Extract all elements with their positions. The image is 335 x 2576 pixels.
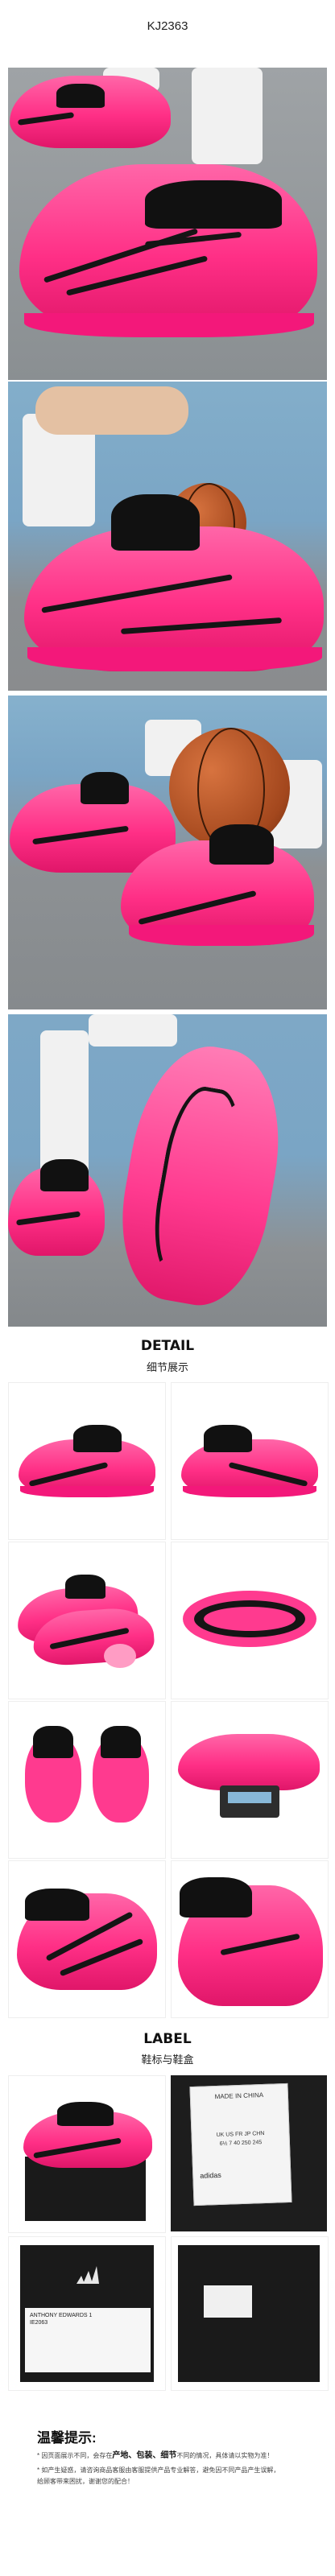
label-photo-shoe-on-box [8,2075,166,2233]
detail-photo-1 [8,1382,166,1540]
hero-photo-2 [8,382,327,691]
tips-title: 温馨提示: [37,2430,97,2446]
detail-photo-4 [171,1542,329,1699]
label-photo-box-side [171,2236,329,2391]
label-photo-box-end: ANTHONY EDWARDS 1 IE2063 [8,2236,166,2391]
box-code-text: IE2063 [30,2320,48,2326]
product-code: KJ2363 [147,19,188,33]
detail-photo-8 [171,1860,329,2018]
hero-photo-4 [8,1014,327,1327]
label-title-cn: 鞋标与鞋盒 [141,2054,194,2066]
detail-title-en: DETAIL [140,1338,195,1354]
detail-photo-6 [171,1701,329,1859]
detail-title-cn: 细节展示 [146,1361,188,1373]
detail-photo-3 [8,1542,166,1699]
label-photo-size-tag: MADE IN CHINA UK US FR JP CHN 6½ 7 40 25… [171,2075,327,2231]
hero-photo-3 [8,696,327,1009]
tips-line-1: * 因页面展示不同，会存在产地、包装、细节不同的情况，具体请以实物为准！ [37,2451,274,2460]
tips-line-3: 给顾客带来困扰，谢谢您的配合！ [37,2478,134,2485]
label-title-en: LABEL [143,2031,192,2047]
detail-photo-5 [8,1701,166,1859]
tips-line-2: * 如产生疑惑，请咨询商品客服由客服提供产品专业解答，避免因不同产品产生误解， [37,2467,280,2474]
box-model-text: ANTHONY EDWARDS 1 [30,2313,93,2318]
size-values-text: 6½ 7 40 250 245 [219,2140,263,2147]
adidas-logo [75,2266,99,2284]
size-header-text: UK US FR JP CHN [216,2130,265,2139]
made-in-text: MADE IN CHINA [214,2091,264,2101]
hero-photo-1 [8,68,327,380]
detail-photo-7 [8,1860,166,2018]
detail-photo-2 [171,1382,329,1540]
tag-brand-text: adidas [200,2170,222,2180]
